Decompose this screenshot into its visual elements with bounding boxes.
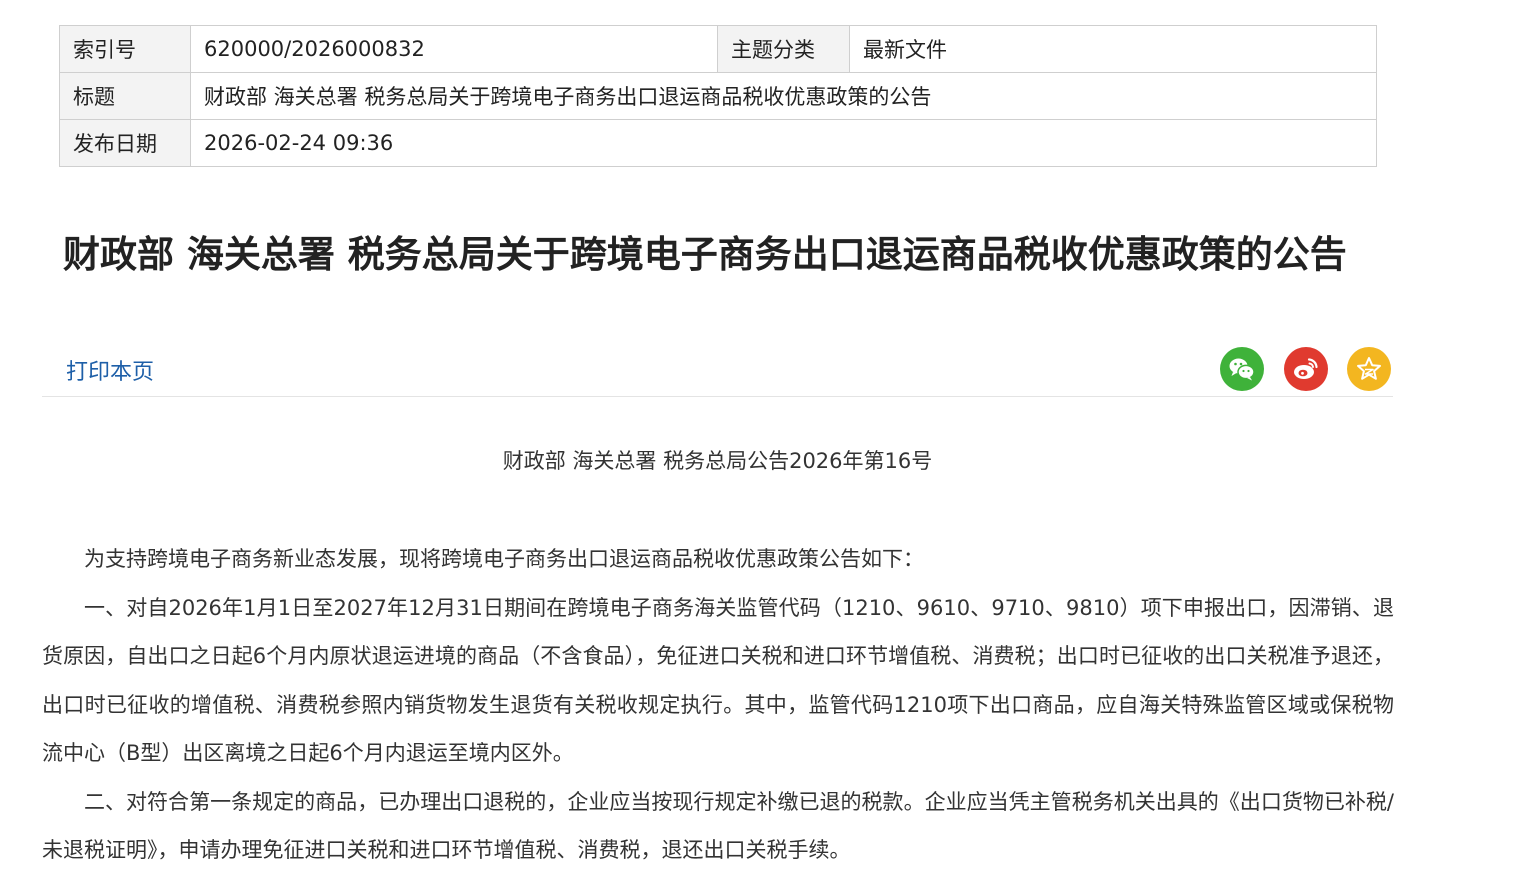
body-paragraph: 二、对符合第一条规定的商品，已办理出口退税的，企业应当按现行规定补缴已退的税款。…: [42, 789, 1394, 863]
index-number-value: 620000/2026000832: [190, 25, 718, 73]
body-paragraph: 为支持跨境电子商务新业态发展，现将跨境电子商务出口退运商品税收优惠政策公告如下：: [84, 547, 924, 571]
meta-row-title: 标题 财政部 海关总署 税务总局关于跨境电子商务出口退运商品税收优惠政策的公告: [59, 72, 1377, 120]
publish-date-label: 发布日期: [59, 119, 191, 167]
document-number: 财政部 海关总署 税务总局公告2026年第16号: [502, 449, 933, 473]
category-label: 主题分类: [717, 25, 850, 73]
article-title: 财政部 海关总署 税务总局关于跨境电子商务出口退运商品税收优惠政策的公告: [63, 233, 1347, 276]
index-number-label: 索引号: [59, 25, 191, 73]
meta-row-date: 发布日期 2026-02-24 09:36: [59, 119, 1377, 167]
title-value: 财政部 海关总署 税务总局关于跨境电子商务出口退运商品税收优惠政策的公告: [190, 72, 1377, 120]
article-body: 为支持跨境电子商务新业态发展，现将跨境电子商务出口退运商品税收优惠政策公告如下：…: [42, 535, 1394, 875]
share-weibo-button[interactable]: [1284, 347, 1328, 391]
print-page-link[interactable]: 打印本页: [66, 354, 154, 386]
publish-date-value: 2026-02-24 09:36: [190, 119, 1377, 167]
title-label: 标题: [59, 72, 191, 120]
article-toolbar: 打印本页: [42, 340, 1393, 397]
category-value: 最新文件: [849, 25, 1377, 73]
wechat-icon: [1229, 358, 1255, 381]
document-meta-table: 索引号 620000/2026000832 主题分类 最新文件 标题 财政部 海…: [59, 25, 1377, 167]
body-paragraph: 一、对自2026年1月1日至2027年12月31日期间在跨境电子商务海关监管代码…: [42, 595, 1394, 766]
weibo-icon: [1294, 358, 1318, 379]
meta-row-index: 索引号 620000/2026000832 主题分类 最新文件: [59, 25, 1377, 73]
share-wechat-button[interactable]: [1220, 347, 1264, 391]
favorite-button[interactable]: [1347, 347, 1391, 391]
star-icon: [1357, 357, 1381, 380]
